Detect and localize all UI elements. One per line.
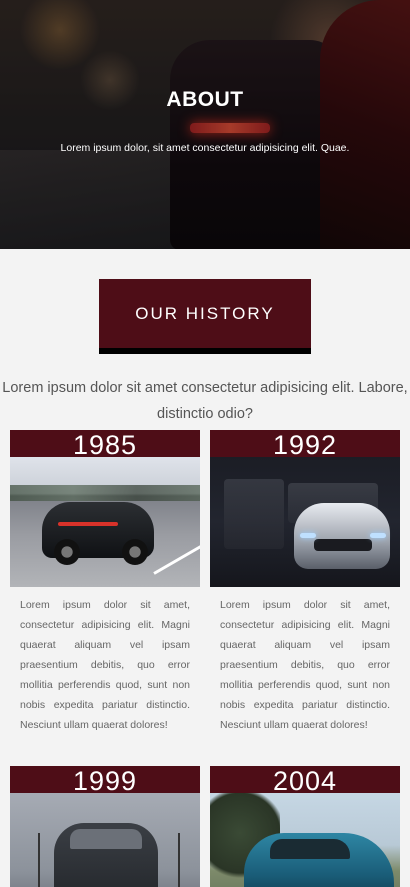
road-line-graphic xyxy=(153,542,200,575)
windshield-graphic xyxy=(70,829,142,849)
history-card-2004: 2004 xyxy=(210,766,400,887)
lamp-pole-graphic xyxy=(178,833,180,887)
wheel-graphic xyxy=(122,539,148,565)
hero-subtitle: Lorem ipsum dolor, sit amet consectetur … xyxy=(60,142,350,154)
card-description: Lorem ipsum dolor sit amet, consectetur … xyxy=(220,599,390,731)
car-photo xyxy=(10,457,200,587)
lamp-pole-graphic xyxy=(38,833,40,887)
headlight-graphic xyxy=(300,533,316,538)
hero-title: ABOUT xyxy=(166,88,244,111)
history-card-1992: 1992 Lorem ipsum dolor sit amet, consect… xyxy=(210,430,400,735)
car-taillight-graphic xyxy=(58,522,118,526)
car-grill-graphic xyxy=(314,539,372,551)
card-year: 1985 xyxy=(10,430,200,457)
car-photo xyxy=(210,457,400,587)
hero-overlay xyxy=(0,0,410,249)
history-card-1985: 1985 Lorem ipsum dolor sit amet, consect… xyxy=(10,430,200,735)
card-year: 1999 xyxy=(10,766,200,793)
card-year: 2004 xyxy=(210,766,400,793)
wheel-graphic xyxy=(54,539,80,565)
car-photo xyxy=(10,793,200,887)
garage-lift-graphic xyxy=(224,479,284,549)
headlight-graphic xyxy=(370,533,386,538)
hero-banner: ABOUT Lorem ipsum dolor, sit amet consec… xyxy=(0,0,410,249)
trees-graphic xyxy=(10,485,200,501)
card-year: 1992 xyxy=(210,430,400,457)
card-description: Lorem ipsum dolor sit amet, consectetur … xyxy=(20,599,190,731)
our-history-button[interactable]: OUR HISTORY xyxy=(99,279,311,354)
car-window-graphic xyxy=(270,839,350,859)
car-photo xyxy=(210,793,400,887)
history-card-1999: 1999 xyxy=(10,766,200,887)
history-intro-text: Lorem ipsum dolor sit amet consectetur a… xyxy=(2,380,408,422)
